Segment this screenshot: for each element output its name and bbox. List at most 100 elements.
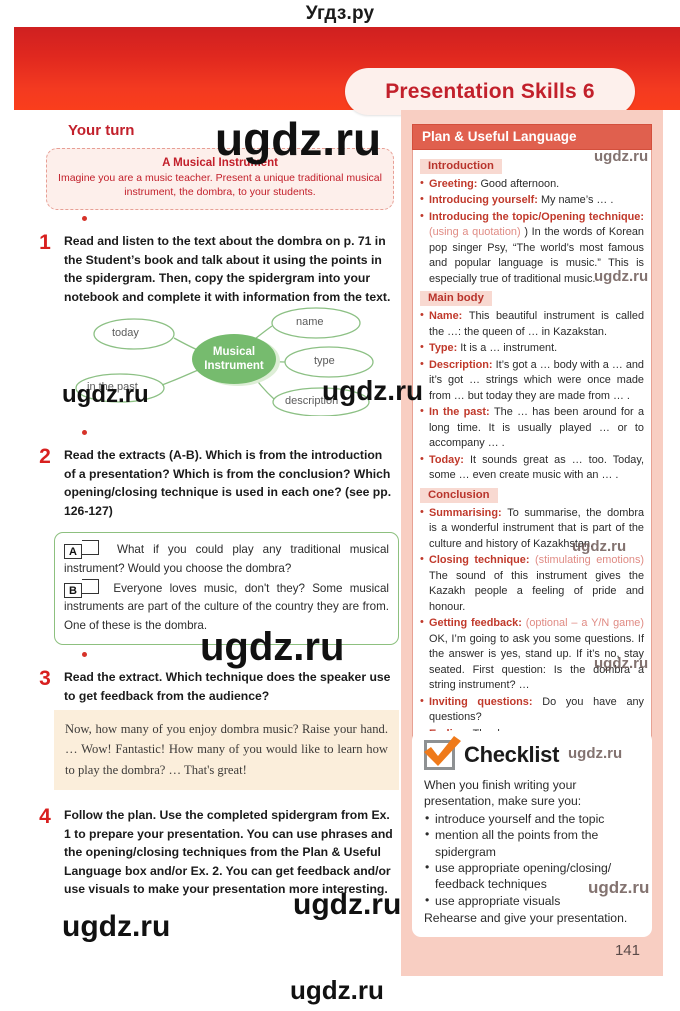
checkmark-icon xyxy=(424,736,461,770)
plan-item-sep: : xyxy=(528,695,543,708)
checklist-item: use appropriate opening/closing/ feedbac… xyxy=(424,859,640,893)
left-white-margin xyxy=(0,27,14,1011)
plan-item: Greeting: Good afternoon. xyxy=(420,176,644,192)
checklist-outro: Rehearse and give your presentation. xyxy=(424,911,628,925)
extract-b-text: Everyone loves music, don't they? Some m… xyxy=(64,581,389,633)
spidergram-center-line1: Musical xyxy=(212,346,256,358)
checklist-items: introduce yourself and the topic mention… xyxy=(424,810,640,909)
plan-item-sep: : xyxy=(518,617,526,630)
plan-item: Introducing the topic/Opening technique:… xyxy=(420,209,644,287)
plan-item-sep: : xyxy=(486,406,494,419)
checklist-item: use appropriate visuals xyxy=(424,892,640,909)
task-prompt-box: A Musical Instrument Imagine you are a m… xyxy=(46,148,394,211)
spidergram-center-line2: Instrument xyxy=(204,360,264,373)
section-dot-1 xyxy=(82,216,87,221)
exercise-1: 1 Read and listen to the text about the … xyxy=(36,231,396,306)
extract-answer-box-b[interactable] xyxy=(81,578,99,594)
plan-item-label: In the past xyxy=(429,406,487,419)
site-brand: Угдз.ру xyxy=(305,3,375,24)
extract-answer-box-a[interactable] xyxy=(81,540,99,555)
plan-item-label: Closing technique xyxy=(429,554,526,567)
plan-section-main-body: Main body Name: This beautiful instrumen… xyxy=(420,288,644,483)
spidergram-center: Musical Instrument xyxy=(151,345,317,374)
plan-item: Description: It’s got a … body with a … … xyxy=(420,357,644,404)
feedback-extract-box: Now, how many of you enjoy dombra music?… xyxy=(54,710,399,791)
exercise-3: 3 Read the extract. Which technique does… xyxy=(36,667,396,705)
your-turn-heading: Your turn xyxy=(68,122,135,139)
spidergram-node-name: name xyxy=(296,316,324,328)
task-title: A Musical Instrument xyxy=(162,157,278,169)
exercise-2: 2 Read the extracts (A-B). Which is from… xyxy=(36,445,396,520)
plan-item-label: Inviting questions xyxy=(429,695,529,708)
plan-item-label: Summarising xyxy=(429,506,498,519)
plan-item-note: (stimulating emotions) xyxy=(535,554,645,567)
checklist-title: Checklist xyxy=(464,742,560,767)
extract-letter-b: B xyxy=(64,582,82,598)
plan-item-sep: : xyxy=(488,358,496,371)
checklist-item: introduce yourself and the topic xyxy=(424,810,640,827)
plan-item-label: Type xyxy=(429,342,454,355)
spidergram-diagram: Musical Instrument today in the past nam… xyxy=(66,306,396,416)
exercise-text: Read the extracts (A-B). Which is from t… xyxy=(64,448,392,518)
plan-section-list: Name: This beautiful instrument is calle… xyxy=(420,308,644,484)
plan-item: Summarising: To summarise, the dombra is… xyxy=(420,505,644,552)
plan-item-label: Getting feedback xyxy=(429,617,519,630)
page-title-pill: Presentation Skills 6 xyxy=(345,68,635,115)
plan-item-label: Name xyxy=(429,310,459,323)
plan-section-tag: Conclusion xyxy=(420,487,498,503)
plan-item: Getting feedback: (optional – a Y/N game… xyxy=(420,615,644,693)
extract-b: B Everyone loves music, don't they? Some… xyxy=(64,578,389,636)
page-title: Presentation Skills 6 xyxy=(385,79,595,103)
plan-section-list: Summarising: To summarise, the dombra is… xyxy=(420,505,645,742)
plan-section-tag: Main body xyxy=(420,291,492,307)
plan-item-note: (optional – a Y/N game) xyxy=(525,617,644,630)
plan-section-tag: Introduction xyxy=(420,159,502,174)
spidergram-node-in-the-past: in the past xyxy=(87,381,138,393)
plan-item-text: Good afternoon. xyxy=(480,178,560,190)
plan-item-text: It is a … instrument. xyxy=(460,342,558,355)
checklist-box: Checklist When you finish writing your p… xyxy=(412,731,652,938)
plan-item-sep: : xyxy=(458,310,469,323)
plan-item-label: Today xyxy=(429,453,461,466)
plan-item-text: OK, I’m going to ask you some questions.… xyxy=(429,632,644,692)
extract-letter-a: A xyxy=(64,544,82,559)
plan-item-note: (using a quotation) xyxy=(429,226,525,239)
section-dot-2 xyxy=(82,430,87,435)
plan-item-label: Introducing yourself xyxy=(429,194,535,207)
plan-item: Name: This beautiful instrument is calle… xyxy=(420,308,644,340)
plan-item: Today: It sounds great as … too. Today, … xyxy=(420,452,644,484)
plan-item-label: Greeting xyxy=(429,178,474,190)
watermark: ugdz.ru xyxy=(62,910,171,943)
exercise-text: Follow the plan. Use the completed spide… xyxy=(64,808,393,897)
exercise-text: Read and listen to the text about the do… xyxy=(64,234,391,304)
plan-item-sep: : xyxy=(525,554,536,567)
plan-item-label: Description xyxy=(429,358,489,371)
plan-item-text: My name’s … . xyxy=(540,194,614,207)
spidergram-node-description: description xyxy=(285,395,339,407)
plan-item-label: Introducing the topic/Opening technique xyxy=(429,210,641,223)
extracts-ab-box: A What if you could play any traditional… xyxy=(54,532,399,645)
exercise-number: 1 xyxy=(39,231,51,254)
spidergram-node-type: type xyxy=(314,355,335,367)
checklist-header: Checklist xyxy=(424,736,640,770)
plan-section-list: Greeting: Good afternoon. Introducing yo… xyxy=(420,176,644,287)
exercise-number: 2 xyxy=(39,445,51,468)
plan-useful-language-box: Plan & Useful Language Introduction Gree… xyxy=(412,124,652,751)
spidergram-node-today: today xyxy=(112,327,139,339)
task-description: Imagine you are a music teacher. Present… xyxy=(58,172,382,199)
plan-item: Inviting questions: Do you have any ques… xyxy=(420,694,644,726)
plan-item: Type: It is a … instrument. xyxy=(420,340,644,356)
page-number: 141 xyxy=(614,942,640,959)
section-dot-3 xyxy=(82,652,87,657)
plan-item-sep: : xyxy=(498,506,508,519)
plan-item-sep: : xyxy=(460,453,470,466)
watermark: ugdz.ru xyxy=(290,975,384,1005)
plan-item: In the past: The … has been around for a… xyxy=(420,404,644,451)
plan-item: Closing technique: (stimulating emotions… xyxy=(420,552,645,615)
plan-section-conclusion: Conclusion Summarising: To summarise, th… xyxy=(420,485,644,742)
plan-item-sep: : xyxy=(534,194,541,207)
extract-a: A What if you could play any traditional… xyxy=(64,540,389,579)
checklist-intro: When you finish writing your presentatio… xyxy=(424,778,582,809)
plan-box-body: Introduction Greeting: Good afternoon. I… xyxy=(412,150,652,751)
plan-item-text: The sound of this instrument gives the K… xyxy=(429,569,644,613)
